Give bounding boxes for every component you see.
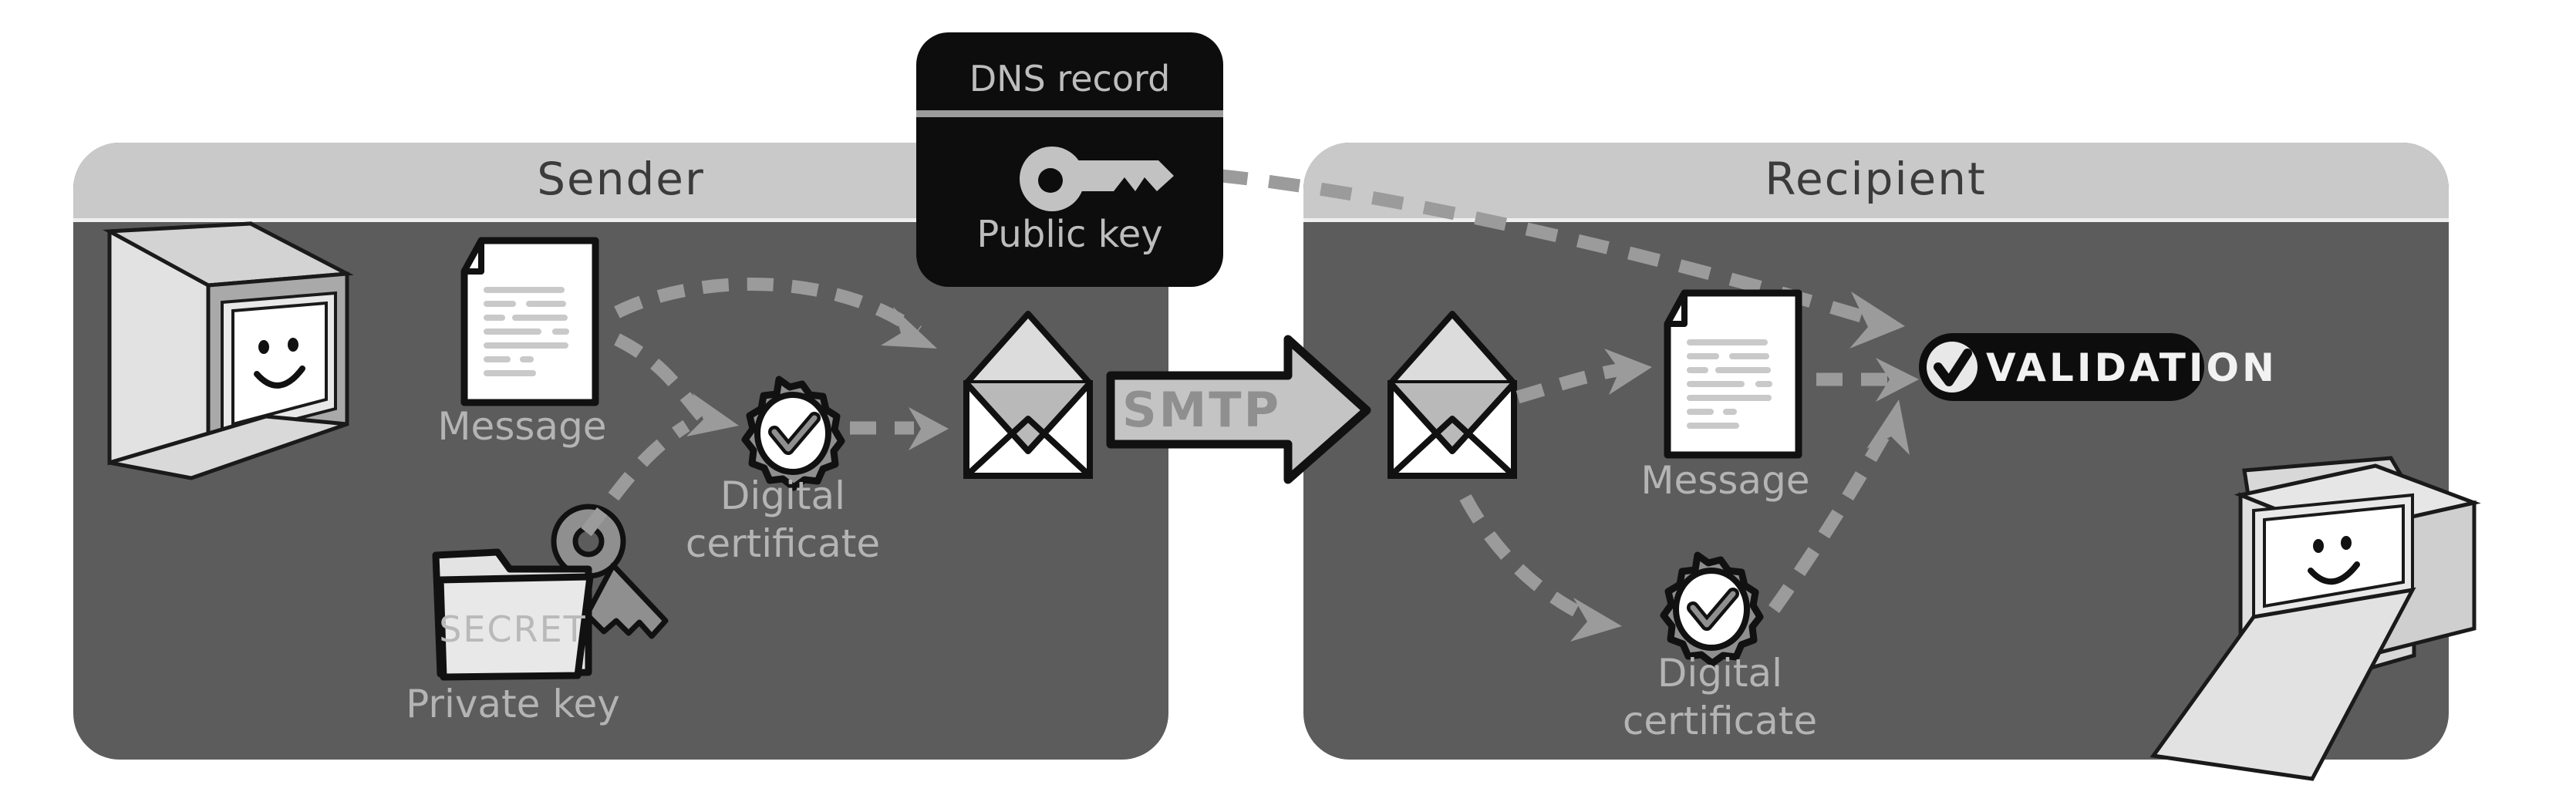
recipient-message-group: Message xyxy=(1640,289,1810,503)
diagram-svg: Sender Recipient Message SECRET Private … xyxy=(73,32,2481,781)
sender-panel-title: Sender xyxy=(537,153,705,205)
sender-message-group: Message xyxy=(437,237,607,449)
document-icon xyxy=(460,237,599,406)
check-circle-icon xyxy=(1927,342,1978,393)
sender-certificate-label-line1: Digital xyxy=(720,473,845,518)
validation-label: VALIDATION xyxy=(1986,345,2278,390)
secret-folder-text: SECRET xyxy=(439,608,587,650)
sender-certificate-label-line2: certificate xyxy=(686,521,880,566)
sender-message-label: Message xyxy=(437,404,606,449)
dns-card-title: DNS record xyxy=(969,58,1171,99)
recipient-certificate-label-line2: certificate xyxy=(1623,699,1817,743)
dns-card-subtitle: Public key xyxy=(976,213,1162,256)
smtp-label: SMTP xyxy=(1122,382,1281,438)
dns-record-card: DNS record Public key xyxy=(916,32,1223,287)
recipient-message-label: Message xyxy=(1640,458,1809,503)
dns-card-divider xyxy=(916,110,1223,117)
sender-private-key-label: Private key xyxy=(406,682,620,726)
recipient-panel-title: Recipient xyxy=(1765,153,1987,205)
diagram-canvas: Sender Recipient Message SECRET Private … xyxy=(0,0,2576,812)
recipient-certificate-label-line1: Digital xyxy=(1657,651,1782,696)
document-icon xyxy=(1664,289,1802,459)
